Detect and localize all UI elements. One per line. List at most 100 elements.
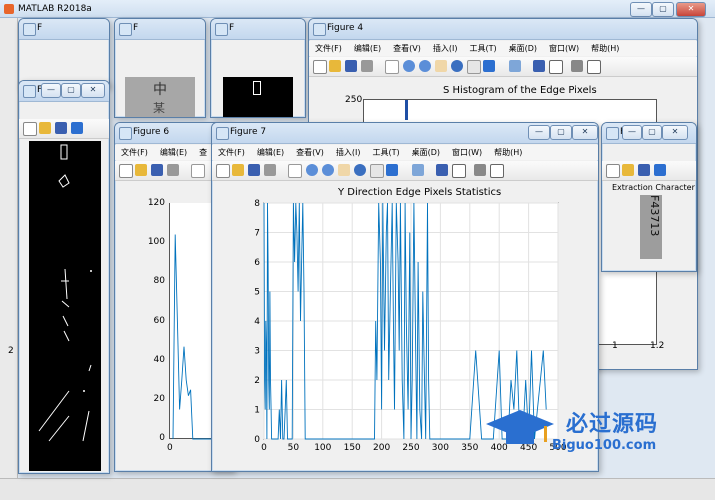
figure6-ytick: 80 [153,276,165,286]
menu-edit[interactable]: 编辑(E) [154,145,193,160]
figure7-titlebar: Figure 7 — ▢ ✕ [212,123,598,144]
link-icon[interactable] [509,60,521,72]
legend-icon[interactable] [549,60,563,74]
zoom-in-icon[interactable] [306,164,318,176]
rotate-icon[interactable] [354,164,366,176]
brush-icon[interactable] [386,164,398,176]
brush-icon[interactable] [71,122,83,134]
colorbar-icon[interactable] [533,60,545,72]
hide-tools-icon[interactable] [474,164,486,176]
open-icon[interactable] [329,60,341,72]
open-icon[interactable] [232,164,244,176]
menu-edit[interactable]: 编辑(E) [251,145,290,160]
pan-icon[interactable] [338,164,350,176]
edge-image-figure-window[interactable]: F — ▢ ✕ [18,80,110,474]
show-tools-icon[interactable] [587,60,601,74]
menu-view[interactable]: 查看(V) [290,145,330,160]
save-icon[interactable] [151,164,163,176]
maximize-button[interactable]: ▢ [61,83,81,98]
new-icon[interactable] [23,122,37,136]
datacursor-icon[interactable] [467,60,481,74]
minimize-button[interactable]: — [528,125,550,140]
figure7-title: Figure 7 [230,127,267,137]
zoom-in-icon[interactable] [403,60,415,72]
legend-icon[interactable] [452,164,466,178]
edge-figure-titlebar: F — ▢ ✕ [19,81,109,102]
figure7-ytick-label: 8 [254,199,260,209]
main-maximize-button[interactable]: ▢ [652,2,674,17]
colorbar-icon[interactable] [436,164,448,176]
hide-tools-icon[interactable] [571,60,583,72]
new-icon[interactable] [216,164,230,178]
pointer-icon[interactable] [191,164,205,178]
left-edge-number: 2 [8,346,14,356]
menu-desktop[interactable]: 桌面(D) [503,41,543,56]
menu-edit[interactable]: 编辑(E) [348,41,387,56]
zoom-out-icon[interactable] [322,164,334,176]
menu-desktop[interactable]: 桌面(D) [406,145,446,160]
brush-icon[interactable] [654,164,666,176]
figure-icon [606,127,619,140]
matlab-main-titlebar: MATLAB R2018a — ▢ ✕ [0,0,715,18]
datacursor-icon[interactable] [370,164,384,178]
figure6-ytick: 0 [159,433,165,443]
menu-file[interactable]: 文件(F) [115,145,154,160]
small-figure-window-3[interactable]: F [210,18,306,118]
menu-insert[interactable]: 插入(I) [330,145,367,160]
edge-figure-toolbar [19,119,109,139]
menu-window[interactable]: 窗口(W) [446,145,488,160]
main-minimize-button[interactable]: — [630,2,652,17]
extraction-window[interactable]: F — ▢ ✕ Extraction Character F43713 [601,122,697,272]
open-icon[interactable] [622,164,634,176]
figure6-ytick: 120 [147,198,165,208]
menu-tools[interactable]: 工具(T) [366,145,405,160]
binary-image [223,77,293,117]
show-tools-icon[interactable] [490,164,504,178]
small-figure-window-2[interactable]: F 中 某 [114,18,206,118]
menu-insert[interactable]: 插入(I) [427,41,464,56]
main-close-button[interactable]: ✕ [676,2,706,17]
new-icon[interactable] [606,164,620,178]
figure7-xtick-label: 50 [288,443,300,453]
menu-file[interactable]: 文件(F) [212,145,251,160]
menu-window[interactable]: 窗口(W) [543,41,585,56]
new-icon[interactable] [119,164,133,178]
brush-icon[interactable] [483,60,495,72]
menu-file[interactable]: 文件(F) [309,41,348,56]
open-icon[interactable] [39,122,51,134]
menu-help[interactable]: 帮助(H) [488,145,528,160]
close-button[interactable]: ✕ [662,125,688,140]
minimize-button[interactable]: — [41,83,61,98]
figure7-menubar: 文件(F) 编辑(E) 查看(V) 插入(I) 工具(T) 桌面(D) 窗口(W) 帮助(H) [212,145,598,160]
print-icon[interactable] [361,60,373,72]
link-icon[interactable] [412,164,424,176]
plate-characters: F43713 [648,195,661,237]
pointer-icon[interactable] [385,60,399,74]
pan-icon[interactable] [435,60,447,72]
figure-icon [119,23,132,36]
minimize-button[interactable]: — [622,125,642,140]
save-icon[interactable] [55,122,67,134]
figure4-title: Figure 4 [327,23,364,33]
close-button[interactable]: ✕ [572,125,598,140]
window-title: F [133,23,139,33]
menu-tools[interactable]: 工具(T) [463,41,502,56]
menu-help[interactable]: 帮助(H) [585,41,625,56]
maximize-button[interactable]: ▢ [550,125,572,140]
print-icon[interactable] [264,164,276,176]
open-icon[interactable] [135,164,147,176]
save-icon[interactable] [248,164,260,176]
pointer-icon[interactable] [288,164,302,178]
maximize-button[interactable]: ▢ [642,125,662,140]
save-icon[interactable] [638,164,650,176]
rotate-icon[interactable] [451,60,463,72]
close-button[interactable]: ✕ [81,83,105,98]
zoom-out-icon[interactable] [419,60,431,72]
figure4-ytick-top: 250 [345,95,363,105]
small-figure-window-1[interactable]: F [18,18,110,88]
figure4-xtick-1: 1 [612,341,618,351]
menu-view[interactable]: 查看(V) [387,41,427,56]
save-icon[interactable] [345,60,357,72]
new-icon[interactable] [313,60,327,74]
print-icon[interactable] [167,164,179,176]
